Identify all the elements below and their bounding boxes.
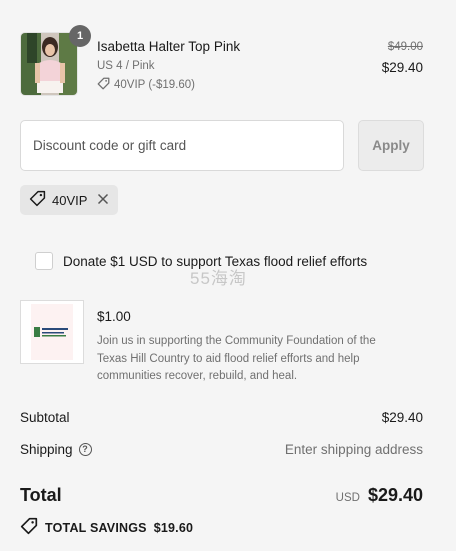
tag-icon — [97, 77, 110, 93]
shipping-value: Enter shipping address — [284, 442, 423, 457]
tag-icon — [29, 190, 46, 210]
donation-price: $1.00 — [97, 309, 131, 324]
quantity-badge: 1 — [69, 25, 91, 47]
original-price: $49.00 — [387, 41, 423, 53]
shipping-row-label: Shipping ? — [20, 442, 92, 457]
currency-code: USD — [335, 492, 360, 504]
donation-checkbox[interactable] — [35, 252, 53, 270]
donation-description: Join us in supporting the Community Foun… — [97, 335, 376, 382]
subtotal-label: Subtotal — [20, 410, 70, 425]
apply-button[interactable]: Apply — [358, 120, 424, 171]
total-label: Total — [20, 485, 62, 505]
tag-icon — [20, 517, 38, 538]
product-discount-label: 40VIP (-$19.60) — [114, 79, 195, 91]
product-discount: 40VIP (-$19.60) — [97, 77, 195, 93]
final-price: $29.40 — [381, 60, 423, 75]
applied-code-label: 40VIP — [52, 192, 88, 208]
product-image — [20, 32, 78, 96]
donation-image — [20, 300, 84, 364]
remove-code-icon[interactable] — [97, 193, 109, 208]
product-thumbnail-wrapper: 1 — [20, 25, 91, 96]
total-value-group: USD $29.40 — [336, 485, 423, 506]
savings-label: TOTAL SAVINGS — [45, 520, 147, 535]
shipping-label: Shipping — [20, 442, 73, 457]
total-amount: $29.40 — [367, 485, 423, 505]
community-foundation-logo — [31, 304, 73, 360]
watermark: 55海淘 — [190, 269, 247, 288]
help-icon[interactable]: ? — [78, 443, 92, 456]
discount-code-input[interactable] — [20, 120, 344, 171]
savings-value: $19.60 — [153, 520, 194, 535]
applied-discount-chip: 40VIP — [20, 185, 119, 215]
subtotal-value: $29.40 — [381, 410, 423, 425]
product-name: Isabetta Halter Top Pink — [97, 39, 241, 54]
product-variant: US 4 / Pink — [97, 60, 155, 72]
total-savings: TOTAL SAVINGS $19.60 — [20, 517, 193, 538]
